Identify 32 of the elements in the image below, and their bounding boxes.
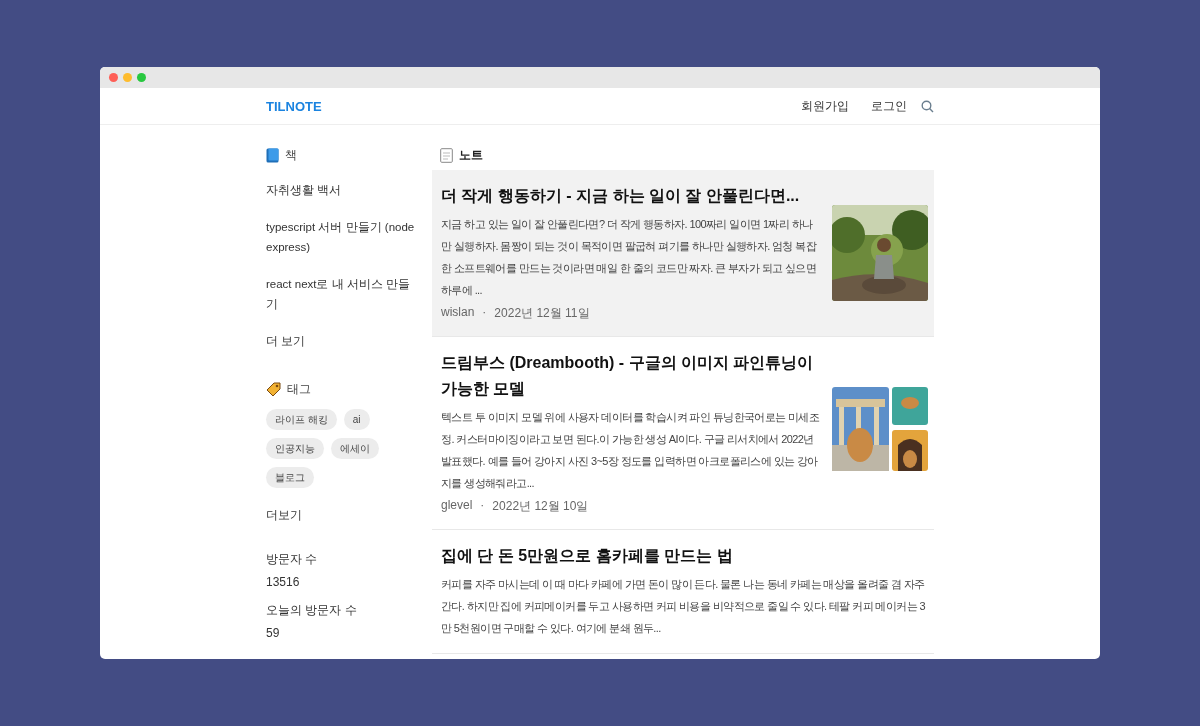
stat-value: 13516 xyxy=(266,574,301,591)
nav-link[interactable]: 로그인 xyxy=(871,97,907,115)
note-excerpt: 텍스트 투 이미지 모델 위에 사용자 데이터를 학습시켜 파인 튜닝한국어로는 미세조정. 커스터마이징이라고 보면 된다.이 가능한 생성 AI이다. 구글 리서치에서 2022년 발표했다. 예를 들어 강아지 사진 3~5장 정도를 입력하면 아크로폴리스에 있는 강아지를 생성해줘라고... xyxy=(441,410,820,491)
note-title[interactable]: 드림부스 (Dreambooth) - 구글의 이미지 파인튜닝이 가능한 모델 xyxy=(441,350,820,402)
note-author: wislan xyxy=(441,305,475,321)
separator-dot: · xyxy=(479,498,486,514)
book-link[interactable]: 자취생활 백서 xyxy=(266,180,416,200)
stat-label: 방문자 수 xyxy=(266,551,319,568)
section-title: 태그 xyxy=(287,380,311,398)
book-link[interactable]: typescript 서버 만들기 (node express) xyxy=(266,217,416,257)
separator-dot: · xyxy=(481,305,488,321)
stat-value: 59 xyxy=(266,625,281,642)
tag-chip[interactable]: 에세이 xyxy=(331,438,379,459)
more-link[interactable]: 더보기 xyxy=(266,505,416,525)
section-title: 책 xyxy=(285,146,297,164)
section-title: 노트 xyxy=(459,146,483,164)
note-excerpt: 지금 하고 있는 일이 잘 안풀린다면? 더 작게 행동하자. 100짜리 일이면 1짜리 하나만 실행하자. 몸짱이 되는 것이 목적이면 팔굽혀 펴기를 하나만 실행하자. 엄청 복잡한 소프트웨어를 만드는 것이라면 매일 한 줄의 코드만 짜자. 큰 부자가 되고 싶으면 하루에 ... xyxy=(441,217,818,298)
tag-chip[interactable]: 라이프 해킹 xyxy=(266,409,337,430)
tag-chip[interactable]: ai xyxy=(343,409,370,430)
note-title[interactable]: 집에 단 돈 5만원으로 홈카페를 만드는 법 xyxy=(441,543,928,569)
note-excerpt: 커피를 자주 마시는데 이 때 마다 카페에 가면 돈이 많이 든다. 물론 나는 동네 카페는 매상을 올려줄 겸 자주 간다. 하지만 집에 커피메이커를 두고 사용하면 커피 비용을 비약적으로 줄일 수 있다. 테팔 커피 메이커는 3만 5천원이면 구매할 수 있다. 여기에 분쇄 원두... xyxy=(441,577,927,636)
note-date: 2022년 12월 11일 xyxy=(494,305,590,322)
more-link[interactable]: 더 보기 xyxy=(266,331,416,351)
tag-chip[interactable]: 블로그 xyxy=(266,467,314,488)
book-link[interactable]: react next로 내 서비스 만들기 xyxy=(266,274,416,314)
site-logo[interactable]: TILNOTE xyxy=(266,98,322,114)
nav-link[interactable]: 회원가입 xyxy=(801,97,849,115)
stat-label: 오늘의 방문자 수 xyxy=(266,602,358,619)
tag-chip[interactable]: 인공지능 xyxy=(266,438,324,459)
note-date: 2022년 12월 10일 xyxy=(492,498,589,515)
note-author: glevel xyxy=(441,498,473,514)
note-title[interactable]: 더 작게 행동하기 - 지금 하는 일이 잘 안풀린다면... xyxy=(441,183,820,209)
